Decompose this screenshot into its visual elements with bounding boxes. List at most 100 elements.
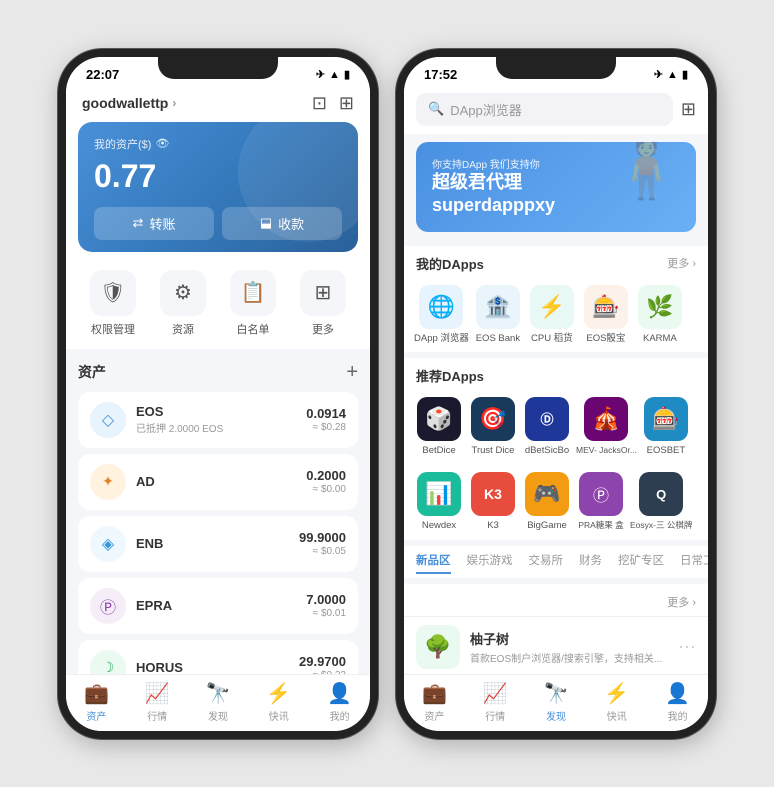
dapp-newdex[interactable]: 📊 Newdex [412,468,466,535]
cat-finance[interactable]: 财务 [579,552,602,574]
right-nav-news[interactable]: ⚡ 快讯 [586,681,647,723]
my-dapps-more[interactable]: 更多 › [667,255,696,271]
asset-row-horus[interactable]: ☽ HORUS 29.9700 ≈ $0.23 [78,640,358,674]
asset-row-enb[interactable]: ◈ ENB 99.9000 ≈ $0.05 [78,516,358,572]
nav-news[interactable]: ⚡ 快讯 [248,681,309,723]
profile-nav-icon: 👤 [327,681,352,706]
enb-amounts: 99.9000 ≈ $0.05 [299,530,346,557]
epra-icon: Ⓟ [90,588,126,624]
right-nav-discover[interactable]: 🔭 发现 [526,681,587,723]
dapp-eos-dice[interactable]: 🎰 EOS骰宝 [579,281,633,348]
search-icon: 🔍 [428,101,444,117]
nav-assets[interactable]: 💼 资产 [66,681,127,723]
cat-exchange[interactable]: 交易所 [529,552,564,574]
balance-actions: ⇄ 转账 ⬓ 收款 [94,207,342,240]
recommended-header: 推荐DApps [404,358,708,389]
dapp-karma[interactable]: 🌿 KARMA [633,281,687,348]
balance-label: 我的资产($) 👁 [94,136,342,152]
scan-icon[interactable]: ⊞ [339,93,354,114]
trustdice-icon: 🎯 [471,397,515,441]
eosyx-icon: Q [639,472,683,516]
transfer-button[interactable]: ⇄ 转账 [94,207,214,240]
left-status-icons: ✈ ▲ ▮ [316,68,350,81]
transfer-icon: ⇄ [133,215,144,231]
left-time: 22:07 [86,67,119,82]
asset-row-eos[interactable]: ◇ EOS 已抵押 2.0000 EOS 0.0914 ≈ $0.28 [78,392,358,448]
right-nav-profile[interactable]: 👤 我的 [647,681,708,723]
cat-daily[interactable]: 日常工... [680,552,708,574]
horus-icon: ☽ [90,650,126,674]
quick-icon-permissions[interactable]: 🛡 权限管理 [90,270,136,337]
add-asset-button[interactable]: + [346,361,358,384]
recommended-row-2: 📊 Newdex K3 K3 🎮 BigGame Ⓟ PRA糖果 盒 [404,464,708,539]
market-nav-icon: 📈 [145,681,170,706]
cpu-icon: ⚡ [530,285,574,329]
right-nav-assets[interactable]: 💼 资产 [404,681,465,723]
category-tabs: 新品区 娱乐游戏 交易所 财务 挖矿专区 日常工... [404,546,708,578]
left-header: goodwallettp › ⊡ ⊞ [66,89,370,122]
wallet-chevron-icon: › [172,96,176,110]
eos-dice-icon: 🎰 [584,285,628,329]
eos-info: EOS 已抵押 2.0000 EOS [136,404,296,435]
new-app-yuzishu[interactable]: 🌳 柚子树 首款EOS制户浏览器/搜索引擎，支持相关... ··· [404,616,708,674]
eosbank-icon: 🏦 [476,285,520,329]
discover-nav-icon: 🔭 [206,681,231,706]
resources-icon: ⚙ [160,270,206,316]
right-battery-icon: ▮ [682,68,688,81]
qr-icon[interactable]: ⊡ [312,93,327,114]
whitelist-icon: 📋 [230,270,276,316]
quick-icon-more[interactable]: ⊞ 更多 [300,270,346,337]
nav-discover[interactable]: 🔭 发现 [188,681,249,723]
dapp-eosyx[interactable]: Q Eosyx-三 公棋牌 [628,468,694,535]
search-bar[interactable]: 🔍 DApp浏览器 [416,93,673,126]
dapp-betdice[interactable]: 🎲 BetDice [412,393,466,460]
battery-icon: ▮ [344,68,350,81]
nav-profile[interactable]: 👤 我的 [309,681,370,723]
yuzishu-info: 柚子树 首款EOS制户浏览器/搜索引擎，支持相关... [470,629,668,665]
asset-row-epra[interactable]: Ⓟ EPRA 7.0000 ≈ $0.01 [78,578,358,634]
right-nav-market[interactable]: 📈 行情 [465,681,526,723]
cat-mining[interactable]: 挖矿专区 [618,552,664,574]
dapp-dbetsicbo[interactable]: Ⓓ dBetSicBo [520,393,574,460]
left-phone-content: goodwallettp › ⊡ ⊞ 我的资产($) 👁 0.77 ⇄ [66,89,370,731]
nav-market[interactable]: 📈 行情 [127,681,188,723]
cat-entertainment[interactable]: 娱乐游戏 [467,552,513,574]
horus-info: HORUS [136,660,289,674]
my-dapps-header: 我的DApps 更多 › [404,246,708,277]
assets-nav-icon: 💼 [84,681,109,706]
wallet-name[interactable]: goodwallettp › [82,95,176,111]
my-dapps-section: 我的DApps 更多 › 🌐 DApp 浏览器 🏦 EOS Bank ⚡ CPU… [404,246,708,352]
new-apps-more[interactable]: 更多 › [667,594,696,610]
yuzishu-icon: 🌳 [416,625,460,669]
dapp-cpu[interactable]: ⚡ CPU 稻货 [525,281,579,348]
right-news-nav-icon: ⚡ [604,681,629,706]
dapp-browser[interactable]: 🌐 DApp 浏览器 [412,281,471,348]
right-scan-icon[interactable]: ⊞ [681,99,696,120]
banner-big-text: 超级君代理superdapppxy [432,171,555,218]
dapp-trustdice[interactable]: 🎯 Trust Dice [466,393,520,460]
quick-icon-resources[interactable]: ⚙ 资源 [160,270,206,337]
receive-button[interactable]: ⬓ 收款 [222,207,342,240]
karma-icon: 🌿 [638,285,682,329]
promo-banner[interactable]: 你支持DApp 我们支持你 超级君代理superdapppxy 🧍 [416,142,696,232]
notch [158,57,278,79]
ad-icon: ✦ [90,464,126,500]
dapp-eosbet[interactable]: 🎰 EOSBET [639,393,693,460]
dapp-pra[interactable]: Ⓟ PRA糖果 盒 [574,468,628,535]
epra-info: EPRA [136,598,296,613]
eye-icon[interactable]: 👁 [155,137,169,150]
right-airplane-icon: ✈ [654,68,663,81]
dapp-biggame[interactable]: 🎮 BigGame [520,468,574,535]
asset-row-ad[interactable]: ✦ AD 0.2000 ≈ $0.00 [78,454,358,510]
dapp-eosbank[interactable]: 🏦 EOS Bank [471,281,525,348]
pra-icon: Ⓟ [579,472,623,516]
enb-info: ENB [136,536,289,551]
banner-figure: 🧍 [609,142,684,203]
quick-icon-whitelist[interactable]: 📋 白名单 [230,270,276,337]
right-time: 17:52 [424,67,457,82]
more-icon: ⊞ [300,270,346,316]
dapp-mev[interactable]: 🎪 MEV- JacksOr... [574,393,639,460]
biggame-icon: 🎮 [525,472,569,516]
cat-new[interactable]: 新品区 [416,552,451,574]
dapp-k3[interactable]: K3 K3 [466,468,520,535]
